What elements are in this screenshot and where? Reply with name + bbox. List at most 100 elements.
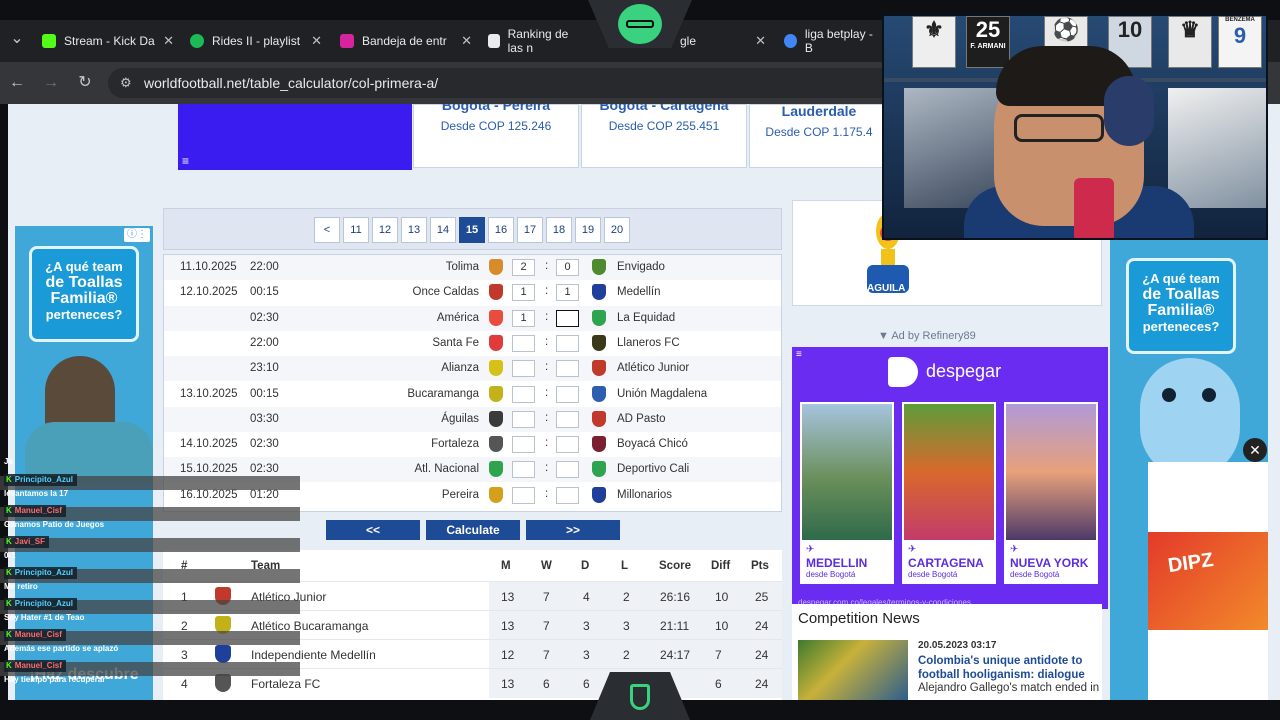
wins: 7 <box>543 648 550 662</box>
username-text: Principito_Azul <box>14 599 74 608</box>
home-goals-input[interactable] <box>512 410 535 428</box>
goal-diff: 10 <box>715 590 729 604</box>
pager-page-15-active[interactable]: 15 <box>459 217 485 243</box>
previous-round-button[interactable]: << <box>326 520 420 540</box>
home-crest-icon <box>489 309 503 326</box>
matches-played: 13 <box>501 590 515 604</box>
home-goals-input[interactable] <box>512 486 535 504</box>
site-settings-icon[interactable]: ⚙ <box>120 68 132 98</box>
jersey-frame: BENZEMA 9 <box>1218 16 1262 68</box>
headset <box>1104 76 1154 146</box>
tab-liga-betplay[interactable]: liga betplay - B <box>776 24 886 58</box>
home-goals-input[interactable] <box>512 436 535 454</box>
tab-google[interactable]: gle ✕ <box>672 24 772 58</box>
away-team: La Equidad <box>617 311 676 324</box>
home-goals-input[interactable] <box>512 461 535 479</box>
wins: 6 <box>543 677 550 691</box>
promo-card[interactable]: Bogotá - Pereira Desde COP 125.246 <box>413 104 579 168</box>
close-icon[interactable]: ✕ <box>163 33 174 49</box>
kick-badge-icon: K <box>6 599 12 608</box>
wins: 7 <box>543 590 550 604</box>
home-goals-input[interactable] <box>512 360 535 378</box>
away-goals-input[interactable] <box>556 410 579 428</box>
pager-page-16[interactable]: 16 <box>488 217 514 243</box>
col-header-pts: Pts <box>751 560 769 572</box>
promo-banner[interactable]: ≡ <box>178 104 412 170</box>
ad-info-icon[interactable]: ⓘ⋮ <box>124 228 150 242</box>
pager-page-20[interactable]: 20 <box>604 217 630 243</box>
kick-badge-icon: K <box>6 537 12 546</box>
col-header-diff: Diff <box>711 560 731 572</box>
home-crest-icon <box>489 461 503 478</box>
ad-line: perteneces? <box>1142 319 1220 334</box>
ad-line: ¿A qué team <box>1142 271 1220 286</box>
url-text: worldfootball.net/table_calculator/col-p… <box>144 75 439 91</box>
away-goals-input[interactable] <box>556 334 579 352</box>
city-card-cartagena[interactable]: ✈ CARTAGENA desde Bogotá <box>902 402 996 584</box>
away-goals-input[interactable] <box>556 461 579 479</box>
pager-page-13[interactable]: 13 <box>401 217 427 243</box>
reload-icon[interactable]: ↻ <box>74 72 96 94</box>
promo-card[interactable]: Bogotá - Cartagena Desde COP 255.451 <box>581 104 747 168</box>
calculate-button[interactable]: Calculate <box>426 520 520 540</box>
home-goals-input[interactable]: 2 <box>512 259 535 276</box>
next-round-button[interactable]: >> <box>526 520 620 540</box>
pager-page-14[interactable]: 14 <box>430 217 456 243</box>
glasses <box>1014 114 1104 142</box>
matches-played: 12 <box>501 648 515 662</box>
url-input[interactable]: ⚙ worldfootball.net/table_calculator/col… <box>108 68 898 98</box>
pager-page-17[interactable]: 17 <box>517 217 543 243</box>
city-image <box>1006 404 1096 540</box>
city-card-nueva-york[interactable]: ✈ NUEVA YORK desde Bogotá <box>1004 402 1098 584</box>
home-team: Once Caldas <box>412 286 479 299</box>
home-goals-input[interactable] <box>512 334 535 352</box>
away-goals-input[interactable] <box>556 486 579 504</box>
pager-page-12[interactable]: 12 <box>372 217 398 243</box>
wins: 7 <box>543 619 550 633</box>
back-arrow-icon[interactable]: ← <box>6 72 28 94</box>
goal-diff: 7 <box>715 648 722 662</box>
tab-spotify[interactable]: Rides II - playlist ✕ <box>182 24 328 58</box>
ad-question-box: ¿A qué team de Toallas Familia® pertenec… <box>1126 258 1236 354</box>
pager-page-18[interactable]: 18 <box>546 217 572 243</box>
draws: 3 <box>583 619 590 633</box>
home-goals-input[interactable] <box>512 385 535 403</box>
video-ad[interactable]: DIPZ <box>1148 462 1268 700</box>
bear-eye <box>1162 388 1176 402</box>
pager-page-11[interactable]: 11 <box>343 217 369 243</box>
close-icon[interactable]: ✕ <box>311 33 322 49</box>
tab-kick[interactable]: Stream - Kick Da ✕ <box>34 24 180 58</box>
away-goals-input[interactable] <box>556 385 579 403</box>
away-crest-icon <box>592 486 606 503</box>
home-goals-input[interactable]: 1 <box>512 284 535 302</box>
losses: 2 <box>623 648 630 662</box>
close-icon[interactable]: ✕ <box>461 33 472 49</box>
home-crest-icon <box>489 385 503 402</box>
match-row: 02:30 América 1: La Equidad <box>164 305 781 331</box>
close-ad-button[interactable]: ✕ <box>1243 438 1267 462</box>
away-goals-input[interactable]: 0 <box>556 259 579 276</box>
city-name: MEDELLIN <box>806 556 868 570</box>
close-icon[interactable]: ✕ <box>755 33 766 49</box>
news-title-link[interactable]: Colombia's unique antidote to football h… <box>918 654 1098 682</box>
city-card-medellin[interactable]: ✈ MEDELLIN desde Bogotá <box>800 402 894 584</box>
away-goals-input[interactable]: 1 <box>556 284 579 302</box>
tab-instagram[interactable]: Bandeja de entr ✕ <box>332 24 478 58</box>
away-goals-input[interactable] <box>556 436 579 454</box>
pager-page-19[interactable]: 19 <box>575 217 601 243</box>
despegar-wordmark: despegar <box>926 360 1002 381</box>
tab-label: gle <box>680 34 697 48</box>
despegar-ad[interactable]: ≡ despegar ✈ MEDELLIN desde Bogotá ✈ CAR… <box>792 347 1108 609</box>
chat-message: Soy Hater #1 de Teao <box>4 613 85 622</box>
promo-card[interactable]: Lauderdale Desde COP 1.175.4 <box>749 104 889 168</box>
forward-arrow-icon[interactable]: → <box>40 72 62 94</box>
stats-bg <box>489 640 782 669</box>
home-goals-input[interactable]: 1 <box>512 309 535 327</box>
col-header-d: D <box>581 560 590 572</box>
away-goals-input[interactable] <box>556 309 579 327</box>
away-goals-input[interactable] <box>556 360 579 378</box>
tab-ranking[interactable]: Ranking de las n <box>480 24 590 58</box>
news-thumbnail[interactable] <box>798 640 908 700</box>
pager-prev-button[interactable]: < <box>314 217 340 243</box>
tab-list-chevron-icon[interactable]: ⌄ <box>6 28 28 50</box>
